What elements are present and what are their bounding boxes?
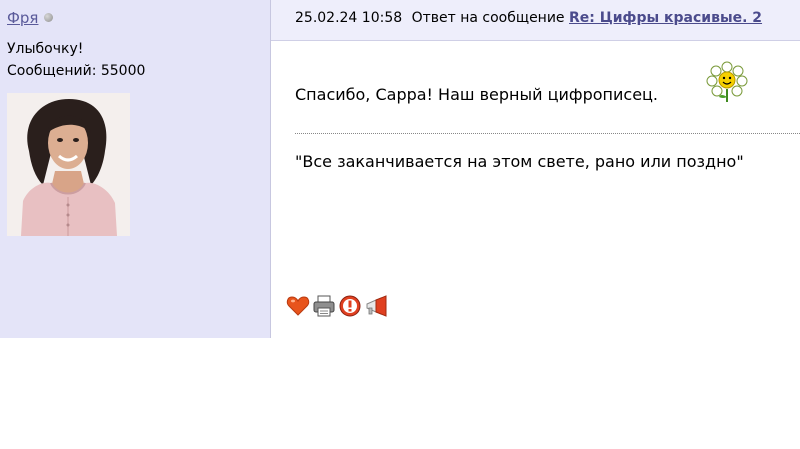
heart-icon[interactable] [286, 294, 310, 318]
post-date: 25.02.24 10:58 [295, 10, 403, 26]
offline-status-icon [44, 13, 54, 22]
avatar [7, 93, 130, 236]
megaphone-icon[interactable] [364, 294, 388, 318]
author-motto: Улыбочку! [7, 41, 84, 57]
avatar-portrait [7, 93, 130, 236]
author-name-link[interactable]: Фря [7, 9, 38, 27]
post-author-panel: Фря Улыбочку! Сообщений: 55000 [0, 0, 271, 338]
reply-prefix: Ответ на сообщение [411, 10, 565, 26]
author-name-row: Фря [7, 9, 54, 27]
signature-text: "Все заканчивается на этом свете, рано и… [295, 152, 744, 171]
post-body-text: Спасибо, Сарра! Наш верный цифрописец. [295, 85, 659, 104]
printer-icon[interactable] [312, 294, 336, 318]
thread-title-link[interactable]: Re: Цифры красивые. 2 [569, 10, 762, 26]
author-post-count: Сообщений: 55000 [7, 63, 146, 79]
warning-icon[interactable] [338, 294, 362, 318]
post-header-line: 25.02.24 10:58 Ответ на сообщение Re: Ци… [295, 9, 762, 27]
signature-divider [295, 133, 800, 134]
flower-smiley-icon [706, 61, 748, 102]
post-header: 25.02.24 10:58 Ответ на сообщение Re: Ци… [271, 0, 800, 41]
